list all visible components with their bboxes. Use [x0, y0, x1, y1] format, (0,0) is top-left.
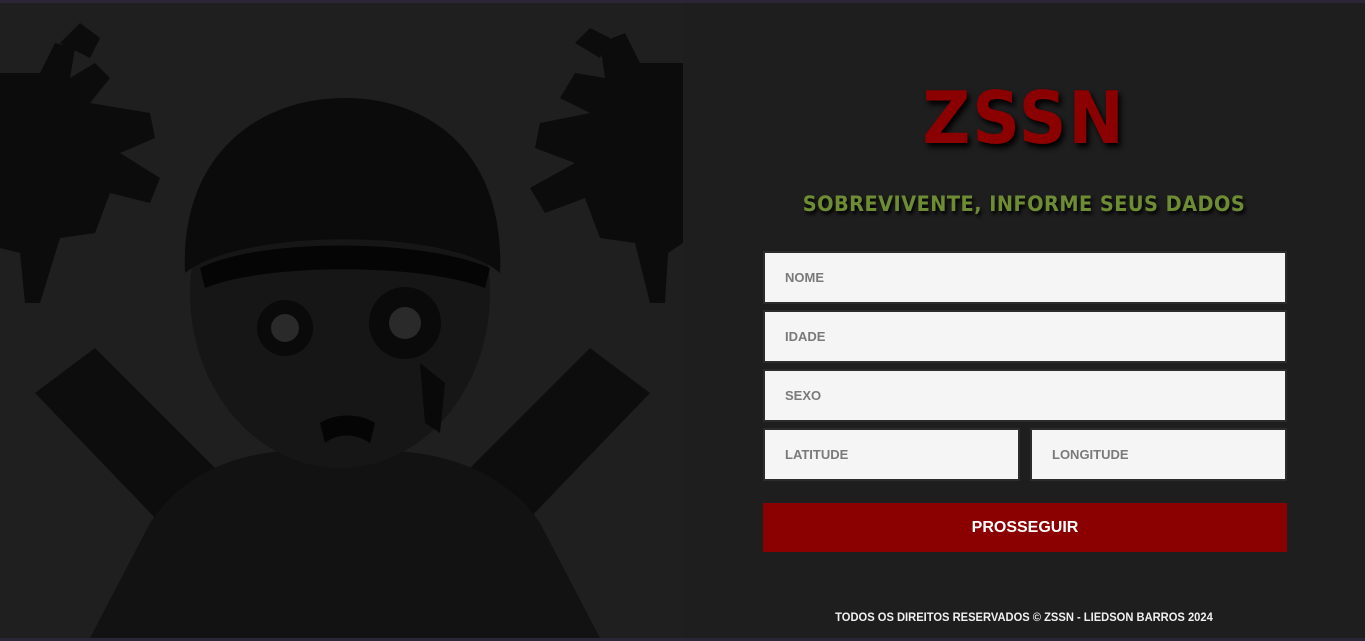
zssn-logo: ZSSN [922, 76, 1126, 160]
longitude-input[interactable] [1030, 428, 1287, 481]
form-heading: SOBREVIVENTE, INFORME SEUS DADOS [802, 192, 1246, 216]
idade-input[interactable] [763, 310, 1287, 363]
prosseguir-button[interactable]: PROSSEGUIR [763, 503, 1287, 552]
zombie-survivor-illustration [0, 3, 683, 638]
sexo-input[interactable] [763, 369, 1287, 422]
survivor-form-panel: ZSSN SOBREVIVENTE, INFORME SEUS DADOS PR… [683, 3, 1365, 638]
nome-input[interactable] [763, 251, 1287, 304]
latitude-input[interactable] [763, 428, 1020, 481]
zombie-illustration-panel [0, 3, 683, 638]
footer-copyright: TODOS OS DIREITOS RESERVADOS © ZSSN - LI… [835, 610, 1213, 624]
